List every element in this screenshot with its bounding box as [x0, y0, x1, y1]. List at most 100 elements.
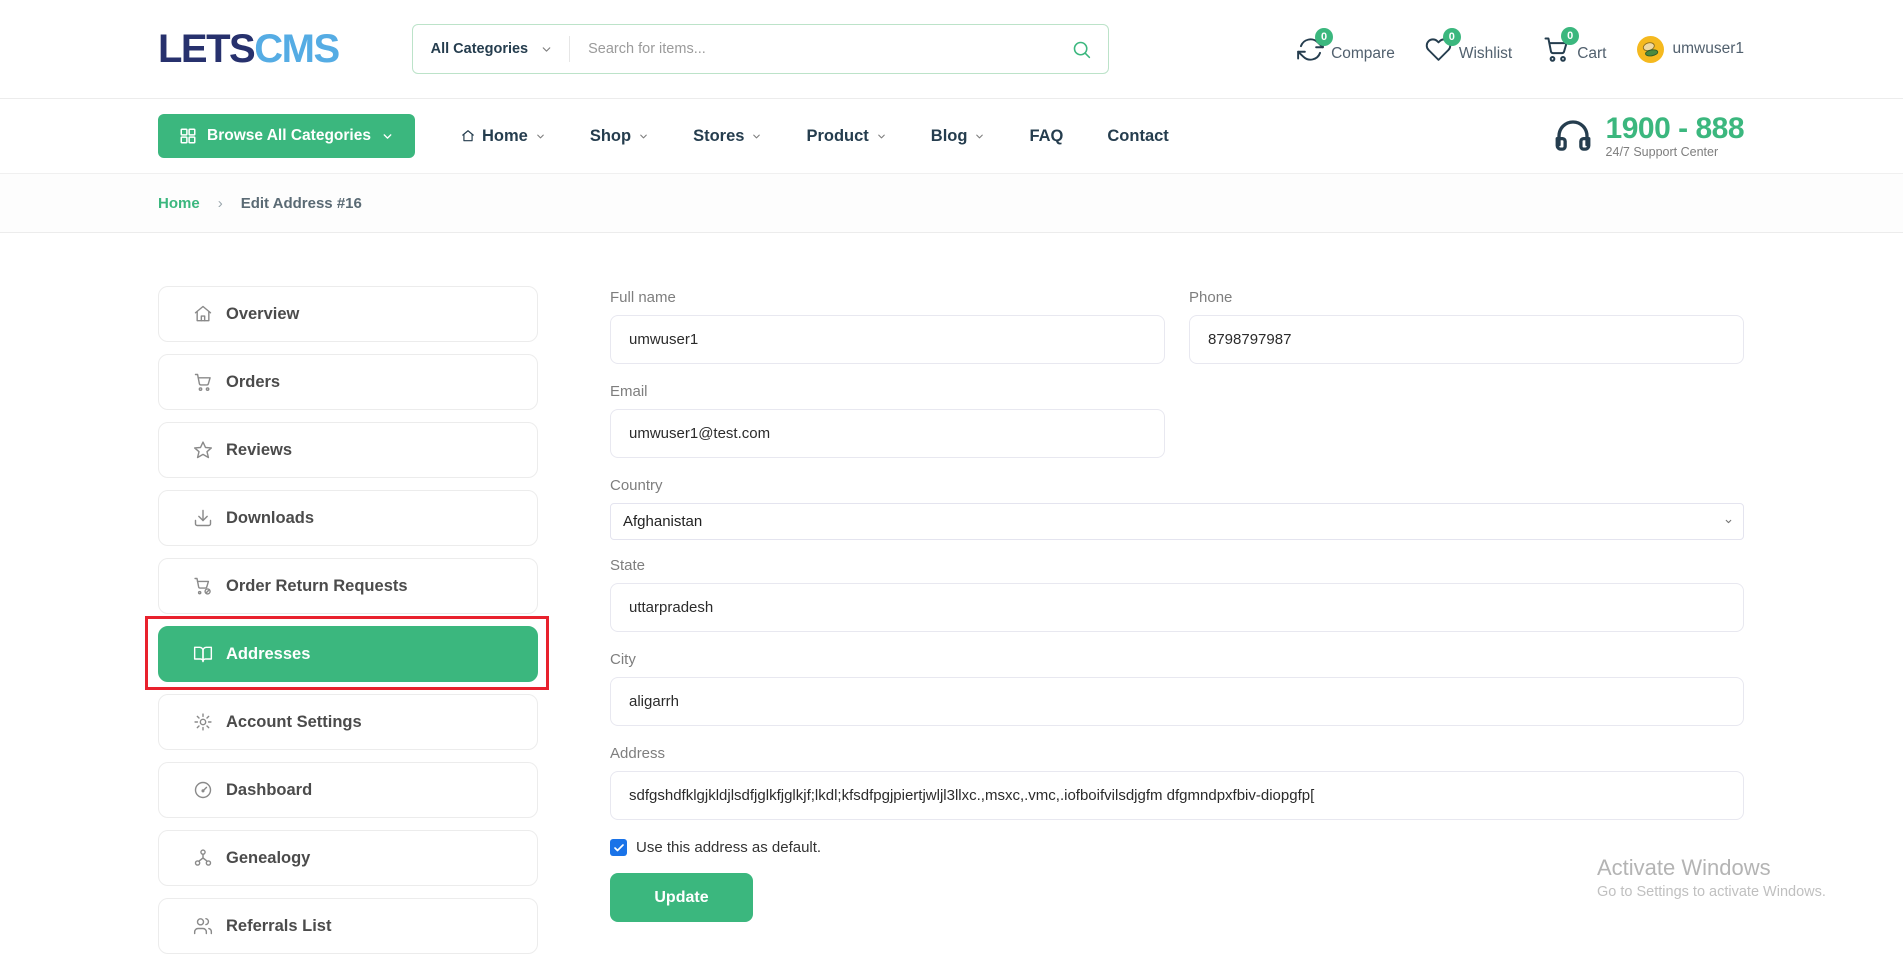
nav-label-home: Home — [482, 127, 528, 146]
sidebar-item-overview[interactable]: Overview — [158, 286, 538, 342]
address-label: Address — [610, 745, 1744, 762]
nav-item-product[interactable]: Product — [806, 127, 886, 146]
logo-part-cms: CMS — [254, 27, 338, 71]
cart-icon — [193, 372, 213, 392]
country-label: Country — [610, 477, 1744, 494]
main-navigation: Browse All Categories Home Shop Stores P… — [0, 98, 1903, 173]
nav-label-blog: Blog — [931, 127, 968, 146]
support-phone-number[interactable]: 1900 - 888 — [1606, 113, 1744, 145]
chevron-down-icon — [876, 131, 887, 142]
sidebar-item-account-settings[interactable]: Account Settings — [158, 694, 538, 750]
default-address-label: Use this address as default. — [636, 839, 821, 856]
full-name-label: Full name — [610, 289, 1165, 306]
nav-item-blog[interactable]: Blog — [931, 127, 986, 146]
breadcrumb: Home › Edit Address #16 — [0, 173, 1903, 233]
sidebar-item-orders[interactable]: Orders — [158, 354, 538, 410]
headset-icon — [1552, 115, 1594, 157]
search-icon[interactable] — [1071, 39, 1092, 60]
speedometer-icon — [193, 780, 213, 800]
sidebar-item-order-return-requests[interactable]: Order Return Requests — [158, 558, 538, 614]
sidebar-item-label: Addresses — [226, 645, 310, 664]
nav-label-stores: Stores — [693, 127, 744, 146]
full-name-field[interactable] — [610, 315, 1165, 364]
nav-item-stores[interactable]: Stores — [693, 127, 762, 146]
users-icon — [193, 916, 213, 936]
watermark-subtitle: Go to Settings to activate Windows. — [1597, 884, 1826, 900]
sidebar-item-label: Genealogy — [226, 849, 310, 868]
site-logo[interactable]: LETSCMS — [158, 27, 339, 72]
sidebar-item-addresses[interactable]: Addresses — [158, 626, 538, 682]
breadcrumb-separator: › — [218, 195, 223, 212]
email-label: Email — [610, 383, 1165, 400]
nav-label-faq: FAQ — [1029, 127, 1063, 146]
sidebar-item-label: Referrals List — [226, 917, 331, 936]
state-field[interactable] — [610, 583, 1744, 632]
compare-button[interactable]: 0 Compare — [1297, 36, 1395, 63]
home-icon — [461, 129, 475, 143]
home-icon — [193, 304, 213, 324]
watermark-title: Activate Windows — [1597, 855, 1826, 881]
nav-item-faq[interactable]: FAQ — [1029, 127, 1063, 146]
account-sidebar: Overview Orders Reviews Downloads Order … — [158, 286, 538, 954]
sidebar-item-referrals-list[interactable]: Referrals List — [158, 898, 538, 954]
sidebar-item-label: Dashboard — [226, 781, 312, 800]
cart-count-badge: 0 — [1561, 27, 1579, 45]
heart-icon: 0 — [1425, 36, 1452, 63]
wishlist-count-badge: 0 — [1443, 28, 1461, 46]
address-field[interactable] — [610, 771, 1744, 820]
phone-field[interactable] — [1189, 315, 1744, 364]
search-input[interactable] — [588, 41, 1071, 57]
cart-label: Cart — [1577, 45, 1606, 63]
chevron-down-icon — [974, 131, 985, 142]
breadcrumb-home-link[interactable]: Home — [158, 195, 200, 212]
country-select[interactable]: Afghanistan — [610, 503, 1744, 540]
nav-label-shop: Shop — [590, 127, 631, 146]
phone-label: Phone — [1189, 289, 1744, 306]
avatar — [1637, 36, 1664, 63]
category-dropdown-label: All Categories — [431, 41, 529, 57]
email-field[interactable] — [610, 409, 1165, 458]
update-button[interactable]: Update — [610, 873, 753, 922]
category-dropdown[interactable]: All Categories — [431, 41, 554, 57]
state-label: State — [610, 557, 1744, 574]
sidebar-item-dashboard[interactable]: Dashboard — [158, 762, 538, 818]
chevron-down-icon — [540, 43, 553, 56]
genealogy-icon — [193, 848, 213, 868]
grid-icon — [179, 127, 197, 145]
star-icon — [193, 440, 213, 460]
chevron-down-icon — [535, 131, 546, 142]
wishlist-button[interactable]: 0 Wishlist — [1425, 36, 1512, 63]
support-caption: 24/7 Support Center — [1606, 146, 1744, 159]
sidebar-item-reviews[interactable]: Reviews — [158, 422, 538, 478]
country-selected-value: Afghanistan — [623, 513, 702, 530]
default-address-checkbox[interactable] — [610, 839, 627, 856]
nav-item-shop[interactable]: Shop — [590, 127, 649, 146]
city-field[interactable] — [610, 677, 1744, 726]
browse-all-categories-button[interactable]: Browse All Categories — [158, 114, 415, 158]
support-texts: 1900 - 888 24/7 Support Center — [1606, 113, 1744, 160]
compare-icon: 0 — [1297, 36, 1324, 63]
cart-icon: 0 — [1542, 35, 1570, 63]
header: LETSCMS All Categories 0 Compare 0 — [0, 0, 1903, 98]
user-menu[interactable]: umwuser1 — [1637, 36, 1745, 63]
support-center: 1900 - 888 24/7 Support Center — [1552, 113, 1744, 160]
browse-button-label: Browse All Categories — [207, 127, 371, 145]
search-divider — [569, 36, 570, 62]
chevron-down-icon — [751, 131, 762, 142]
activate-windows-watermark: Activate Windows Go to Settings to activ… — [1597, 855, 1826, 900]
chevron-down-icon — [638, 131, 649, 142]
main-content: Overview Orders Reviews Downloads Order … — [0, 233, 1903, 954]
cart-return-icon — [193, 576, 213, 596]
nav-item-home[interactable]: Home — [461, 127, 546, 146]
compare-count-badge: 0 — [1315, 28, 1333, 46]
search-bar: All Categories — [412, 24, 1109, 74]
header-actions: 0 Compare 0 Wishlist 0 Cart umwuser1 — [1297, 35, 1744, 63]
nav-item-contact[interactable]: Contact — [1107, 127, 1168, 146]
sidebar-item-downloads[interactable]: Downloads — [158, 490, 538, 546]
sidebar-item-label: Order Return Requests — [226, 577, 408, 596]
nav-label-product: Product — [806, 127, 868, 146]
cart-button[interactable]: 0 Cart — [1542, 35, 1606, 63]
sidebar-item-genealogy[interactable]: Genealogy — [158, 830, 538, 886]
nav-label-contact: Contact — [1107, 127, 1168, 146]
sidebar-item-label: Account Settings — [226, 713, 362, 732]
